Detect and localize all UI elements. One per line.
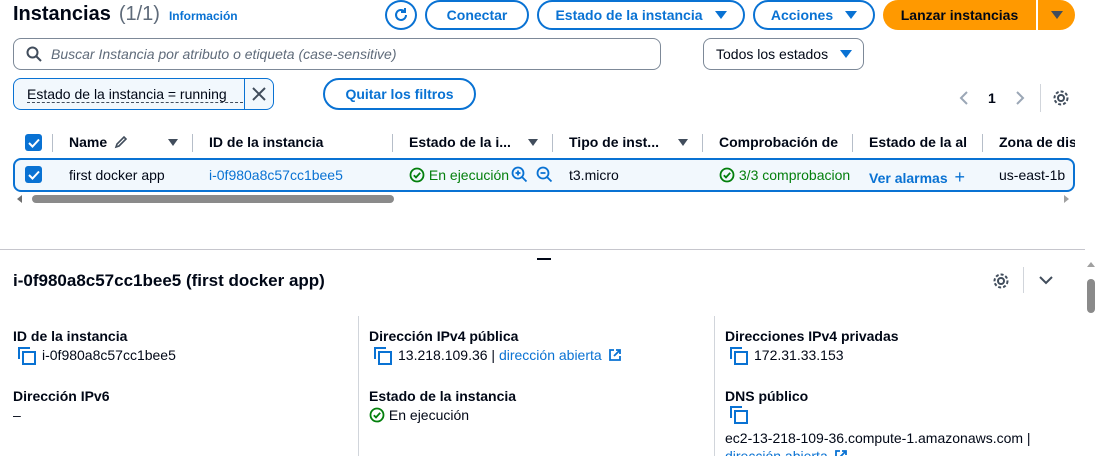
collapse-details-button[interactable] [1038, 273, 1054, 290]
column-header-instance-id[interactable]: ID de la instancia [209, 134, 379, 150]
column-header-alarms[interactable]: Estado de la ala [869, 134, 967, 150]
scroll-left-arrow[interactable] [17, 195, 22, 203]
chevron-down-icon [1039, 276, 1053, 285]
column-header-name[interactable]: Name [69, 134, 179, 150]
column-header-state[interactable]: Estado de la i... [409, 134, 519, 150]
row-zone: us-east-1b [999, 167, 1066, 183]
connect-button[interactable]: Conectar [425, 0, 529, 30]
search-placeholder: Buscar Instancia por atributo o etiqueta… [51, 46, 397, 62]
page-title: Instancias [13, 3, 111, 25]
copy-icon[interactable] [730, 347, 748, 365]
gear-icon [1053, 90, 1069, 106]
prev-page-button[interactable] [957, 90, 971, 109]
current-page[interactable]: 1 [988, 90, 996, 106]
filter-token: Estado de la instancia = running [13, 78, 274, 110]
ipv6-value: – [13, 407, 21, 423]
filter-token-label: Estado de la instancia = running [27, 86, 243, 103]
instance-id-value: i-0f980a8c57cc1bee5 [18, 347, 176, 365]
remove-filter-button[interactable] [249, 84, 269, 104]
column-header-status-checks[interactable]: Comprobación de [719, 134, 844, 150]
search-icon [26, 46, 42, 62]
check-circle-icon [719, 167, 735, 183]
panel-divider [0, 249, 1085, 250]
resize-handle[interactable] [537, 258, 551, 260]
caret-down-icon [1050, 11, 1063, 19]
scroll-right-arrow[interactable] [1064, 195, 1069, 203]
public-ip-label: Dirección IPv4 pública [369, 328, 519, 344]
clear-filters-button[interactable]: Quitar los filtros [323, 78, 476, 110]
check-circle-icon [409, 167, 425, 183]
plus-icon: + [954, 167, 966, 187]
copy-icon[interactable] [730, 406, 748, 424]
row-instance-id-link[interactable]: i-0f980a8c57cc1bee5 [209, 167, 343, 183]
check-icon [27, 138, 40, 148]
column-header-zone[interactable]: Zona de dis [999, 134, 1075, 150]
zoom-in-button[interactable] [511, 166, 528, 186]
instance-id-label: ID de la instancia [13, 328, 128, 344]
caret-down-icon [845, 11, 858, 19]
ipv6-label: Dirección IPv6 [13, 388, 110, 404]
row-name: first docker app [69, 167, 165, 183]
open-address-link[interactable]: dirección abierta [499, 347, 602, 363]
scroll-up-arrow[interactable] [1087, 262, 1095, 267]
public-ip-value: 13.218.109.36 | dirección abierta [374, 347, 622, 365]
close-icon [252, 87, 266, 101]
state-label: Estado de la instancia [369, 388, 517, 404]
details-settings-button[interactable] [992, 272, 1010, 293]
copy-icon[interactable] [18, 347, 36, 365]
launch-instances-button[interactable]: Lanzar instancias [883, 0, 1036, 30]
refresh-button[interactable] [385, 0, 417, 30]
search-input[interactable]: Buscar Instancia por atributo o etiqueta… [13, 38, 661, 70]
sort-caret-icon[interactable] [168, 139, 178, 146]
instance-count: (1/1) [118, 3, 160, 25]
row-instance-type: t3.micro [569, 167, 619, 183]
zoom-out-icon [536, 166, 553, 183]
info-link[interactable]: Información [169, 9, 238, 23]
check-circle-icon [369, 407, 385, 423]
row-state: En ejecución [409, 167, 509, 183]
private-ip-label: Direcciones IPv4 privadas [725, 328, 899, 344]
zoom-in-icon [511, 166, 528, 183]
public-dns-label: DNS público [725, 388, 809, 404]
horizontal-scrollbar-thumb[interactable] [32, 195, 394, 203]
private-ip-value: 172.31.33.153 [730, 347, 844, 365]
check-icon [27, 170, 40, 180]
public-dns-value: ec2-13-218-109-36.compute-1.amazonaws.co… [725, 430, 1031, 446]
open-address-link[interactable]: dirección abierta [725, 448, 828, 456]
caret-down-icon [714, 11, 727, 19]
sort-caret-icon[interactable] [678, 139, 688, 146]
chevron-right-icon [1016, 91, 1025, 105]
state-filter-select[interactable]: Todos los estados [703, 38, 864, 70]
select-all-checkbox[interactable] [25, 134, 42, 151]
refresh-icon [395, 8, 407, 21]
external-link-icon [608, 349, 621, 361]
public-dns-copy [730, 406, 754, 424]
launch-dropdown-button[interactable] [1038, 0, 1075, 30]
row-checkbox[interactable] [25, 166, 42, 183]
caret-down-icon [840, 50, 853, 58]
copy-icon[interactable] [374, 347, 392, 365]
state-value: En ejecución [369, 407, 469, 423]
column-header-type[interactable]: Tipo de inst... [569, 134, 669, 150]
instance-state-dropdown[interactable]: Estado de la instancia [537, 0, 745, 30]
gear-icon [993, 273, 1009, 289]
next-page-button[interactable] [1013, 90, 1027, 109]
chevron-left-icon [959, 91, 968, 105]
sort-caret-icon[interactable] [528, 139, 538, 146]
vertical-scrollbar-thumb[interactable] [1087, 279, 1095, 313]
row-view-alarms-link[interactable]: Ver alarmas + [869, 167, 965, 188]
zoom-out-button[interactable] [536, 166, 553, 186]
edit-icon [114, 135, 128, 149]
preferences-button[interactable] [1052, 89, 1070, 110]
public-dns-open-address: dirección abierta [725, 448, 848, 456]
row-status-checks: 3/3 comprobacion [719, 167, 853, 183]
page-title-row: Instancias (1/1) Información [13, 3, 238, 27]
external-link-icon [834, 450, 847, 456]
actions-dropdown[interactable]: Acciones [753, 0, 875, 30]
details-title: i-0f980a8c57cc1bee5 (first docker app) [13, 271, 325, 290]
